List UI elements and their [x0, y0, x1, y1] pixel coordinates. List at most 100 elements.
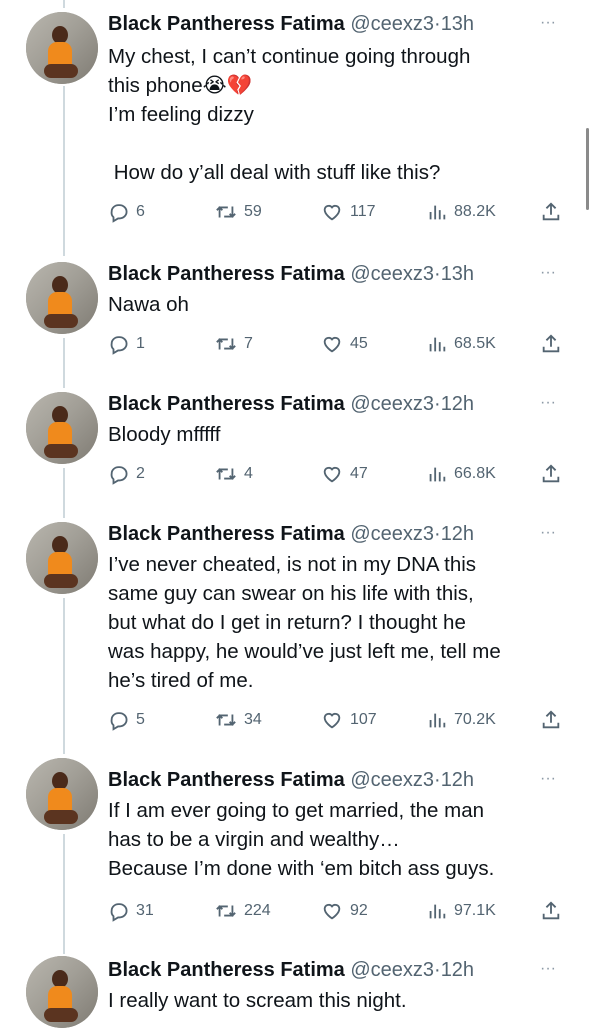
tweet-header: Black Pantheress Fatima @ceexz3·12h [108, 392, 474, 416]
timestamp[interactable]: 13h [441, 263, 474, 285]
retweet-button[interactable]: 59 [214, 200, 262, 224]
reply-count: 1 [136, 335, 145, 352]
author-handle[interactable]: @ceexz3 [350, 263, 434, 285]
reply-button[interactable]: 1 [108, 332, 145, 356]
tweet-header: Black Pantheress Fatima @ceexz3·12h [108, 958, 474, 982]
timestamp[interactable]: 12h [441, 523, 474, 545]
more-options-icon[interactable]: ··· [540, 770, 556, 788]
retweet-icon [216, 206, 236, 218]
author-handle[interactable]: @ceexz3 [350, 13, 434, 35]
more-options-icon[interactable]: ··· [540, 264, 556, 282]
author-name[interactable]: Black Pantheress Fatima [108, 393, 345, 415]
timestamp[interactable]: 12h [441, 393, 474, 415]
more-options-icon[interactable]: ··· [540, 394, 556, 412]
retweet-count: 7 [244, 335, 253, 352]
views-button[interactable]: 88.2K [426, 200, 496, 224]
tweet-header: Black Pantheress Fatima @ceexz3·13h [108, 12, 474, 36]
tweet-header: Black Pantheress Fatima @ceexz3·12h [108, 522, 474, 546]
views-button[interactable]: 66.8K [426, 462, 496, 486]
views-button[interactable]: 97.1K [426, 899, 496, 923]
views-button[interactable]: 68.5K [426, 332, 496, 356]
view-count: 68.5K [454, 335, 496, 352]
author-handle[interactable]: @ceexz3 [350, 523, 434, 545]
share-button[interactable] [540, 462, 562, 486]
timestamp[interactable]: 12h [441, 769, 474, 791]
reply-button[interactable]: 2 [108, 462, 145, 486]
tweet-text: My chest, I can’t continue going through… [108, 45, 471, 184]
timestamp[interactable]: 13h [441, 13, 474, 35]
scrollbar[interactable] [586, 128, 589, 210]
author-name[interactable]: Black Pantheress Fatima [108, 959, 345, 981]
avatar[interactable] [26, 392, 98, 464]
action-bar: 31 224 92 97.1K [108, 899, 568, 923]
separator: · [434, 263, 441, 285]
view-count: 70.2K [454, 711, 496, 728]
share-button[interactable] [540, 899, 562, 923]
author-name[interactable]: Black Pantheress Fatima [108, 769, 345, 791]
thread-line [63, 338, 65, 388]
more-options-icon[interactable]: ··· [540, 14, 556, 32]
like-button[interactable]: 47 [320, 462, 368, 486]
action-bar: 1 7 45 68.5K [108, 332, 568, 356]
reply-count: 6 [136, 203, 145, 220]
view-count: 66.8K [454, 465, 496, 482]
more-options-icon[interactable]: ··· [540, 960, 556, 978]
reply-button[interactable]: 31 [108, 899, 154, 923]
like-button[interactable]: 107 [320, 708, 377, 732]
author-name[interactable]: Black Pantheress Fatima [108, 523, 345, 545]
avatar[interactable] [26, 12, 98, 84]
like-button[interactable]: 92 [320, 899, 368, 923]
thread-line [63, 86, 65, 256]
share-button[interactable] [540, 332, 562, 356]
share-button[interactable] [540, 200, 562, 224]
separator: · [434, 959, 441, 981]
avatar[interactable] [26, 522, 98, 594]
reply-icon [110, 903, 128, 922]
heart-icon [323, 903, 341, 920]
views-icon [429, 467, 446, 482]
more-options-icon[interactable]: ··· [540, 524, 556, 542]
tweet-text: I really want to scream this night. [108, 989, 407, 1012]
like-button[interactable]: 45 [320, 332, 368, 356]
view-count: 88.2K [454, 203, 496, 220]
author-name[interactable]: Black Pantheress Fatima [108, 263, 345, 285]
retweet-button[interactable]: 7 [214, 332, 253, 356]
share-button[interactable] [540, 708, 562, 732]
tweet-text: I’ve never cheated, is not in my DNA thi… [108, 553, 501, 692]
like-count: 107 [350, 711, 377, 728]
thread-line [63, 468, 65, 518]
avatar[interactable] [26, 956, 98, 1028]
avatar[interactable] [26, 262, 98, 334]
author-name[interactable]: Black Pantheress Fatima [108, 13, 345, 35]
views-button[interactable]: 70.2K [426, 708, 496, 732]
reply-icon [110, 336, 128, 355]
author-handle[interactable]: @ceexz3 [350, 959, 434, 981]
avatar[interactable] [26, 758, 98, 830]
retweet-button[interactable]: 34 [214, 708, 262, 732]
heart-icon [323, 466, 341, 483]
reply-button[interactable]: 5 [108, 708, 145, 732]
share-icon [542, 710, 560, 729]
like-count: 45 [350, 335, 368, 352]
action-bar: 6 59 117 88.2K [108, 200, 568, 224]
thread-line [63, 0, 65, 8]
reply-button[interactable]: 6 [108, 200, 145, 224]
heart-icon [323, 712, 341, 729]
action-bar: 5 34 107 70.2K [108, 708, 568, 732]
retweet-button[interactable]: 4 [214, 462, 253, 486]
tweet-text: Bloody mfffff [108, 423, 221, 446]
retweet-button[interactable]: 224 [214, 899, 271, 923]
like-button[interactable]: 117 [320, 200, 376, 224]
author-handle[interactable]: @ceexz3 [350, 769, 434, 791]
tweet-header: Black Pantheress Fatima @ceexz3·12h [108, 768, 474, 792]
timestamp[interactable]: 12h [441, 959, 474, 981]
separator: · [434, 393, 441, 415]
tweet-text: Nawa oh [108, 293, 189, 316]
retweet-count: 59 [244, 203, 262, 220]
retweet-count: 224 [244, 902, 271, 919]
author-handle[interactable]: @ceexz3 [350, 393, 434, 415]
retweet-icon [216, 714, 236, 726]
retweet-count: 34 [244, 711, 262, 728]
separator: · [434, 769, 441, 791]
retweet-count: 4 [244, 465, 253, 482]
